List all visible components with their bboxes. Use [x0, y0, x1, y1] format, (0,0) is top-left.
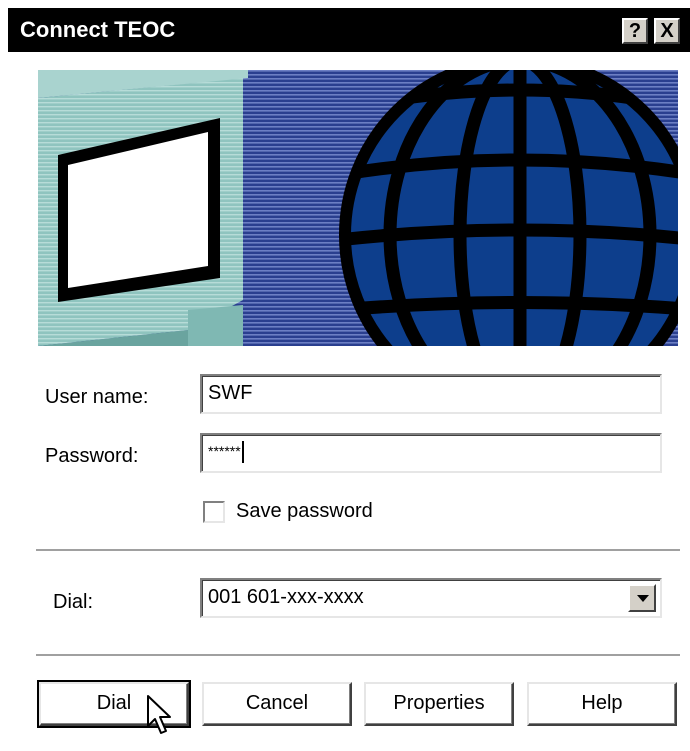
password-field[interactable]: ****** [200, 433, 662, 473]
dial-combobox[interactable]: 001 601-xxx-xxxx [200, 578, 662, 618]
title-bar[interactable]: Connect TEOC ? X [8, 8, 690, 52]
cancel-button[interactable]: Cancel [202, 682, 352, 726]
username-field[interactable]: SWF [200, 374, 662, 414]
dial-label: Dial: [53, 591, 94, 613]
globe-icon [339, 70, 678, 346]
password-label: Password: [45, 445, 139, 467]
save-password-checkbox[interactable] [203, 501, 225, 523]
password-value: ****** [208, 443, 241, 459]
help-button[interactable]: Help [527, 682, 677, 726]
separator-bottom [36, 654, 680, 657]
banner-image [38, 70, 678, 346]
help-icon[interactable]: ? [622, 18, 648, 44]
username-value: SWF [208, 382, 253, 404]
window-title: Connect TEOC [20, 17, 176, 42]
connect-dialog: Connect TEOC ? X User name: SWF Password… [0, 0, 690, 751]
separator-top [36, 549, 680, 552]
text-caret [241, 441, 244, 463]
monitor-icon [38, 70, 248, 346]
close-icon[interactable]: X [654, 18, 680, 44]
dial-value: 001 601-xxx-xxxx [208, 586, 364, 608]
save-password-label[interactable]: Save password [236, 500, 373, 523]
properties-button[interactable]: Properties [364, 682, 514, 726]
chevron-down-icon[interactable] [628, 584, 656, 612]
username-label: User name: [45, 386, 149, 408]
mouse-pointer-icon [146, 694, 176, 743]
